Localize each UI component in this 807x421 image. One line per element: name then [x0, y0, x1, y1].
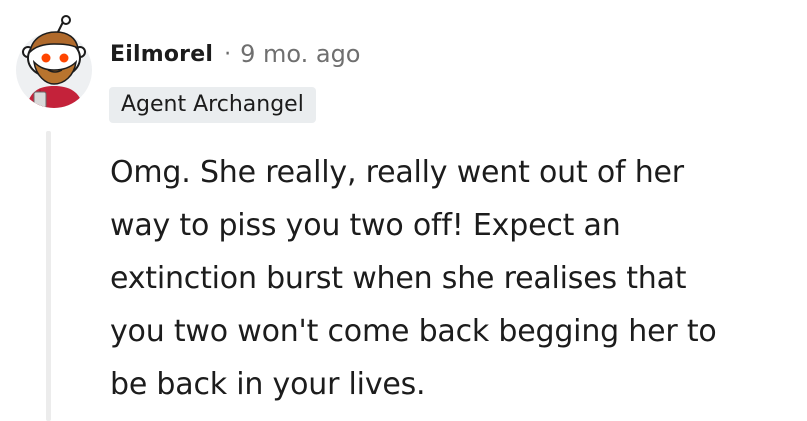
comment-meta: Eilmorel · 9 mo. ago: [110, 34, 360, 74]
comment-line: Omg. She really, really went out of her: [110, 155, 684, 190]
meta-separator: ·: [224, 41, 232, 67]
username-link[interactable]: Eilmorel: [110, 42, 213, 67]
user-flair: Agent Archangel: [109, 87, 316, 123]
comment-line: way to piss you two off! Expect an: [110, 208, 621, 243]
comment-line: you two won't come back begging her to: [110, 314, 717, 349]
snoo-avatar-icon[interactable]: [14, 14, 96, 112]
comment-body: Omg. She really, really went out of her …: [110, 146, 800, 411]
comment-line: extinction burst when she realises that: [110, 261, 687, 296]
comment-line: be back in your lives.: [110, 367, 426, 402]
thread-collapse-line[interactable]: [46, 131, 51, 421]
timestamp-link[interactable]: 9 mo. ago: [240, 40, 360, 68]
